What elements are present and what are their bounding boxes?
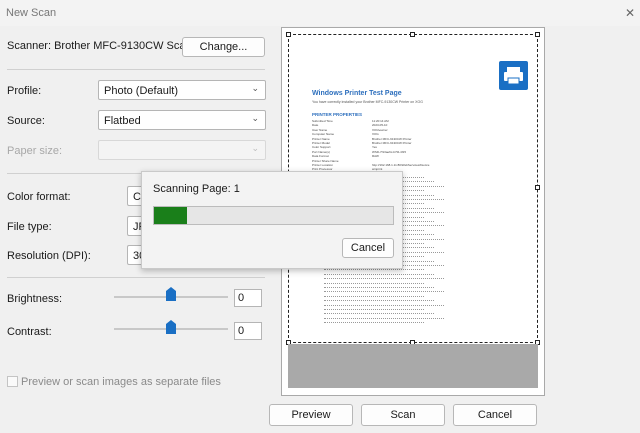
doc-property-key: Port Name(s) [312,149,330,154]
doc-properties-heading: PRINTER PROPERTIES [312,112,363,117]
doc-property-key: Printer Location [312,163,334,167]
brightness-value-input[interactable]: 0 [234,289,262,307]
profile-select[interactable]: Photo (Default) ⌄ [98,80,266,100]
doc-subtitle: You have correctly installed your Brothe… [312,100,423,104]
doc-file-line [324,269,424,272]
doc-property-value: XOG\owner [372,127,388,132]
chevron-down-icon: ⌄ [251,113,259,123]
doc-property-key: Printer Model [312,141,330,145]
crop-handle[interactable] [535,32,540,37]
doc-title: Windows Printer Test Page [312,90,402,97]
progress-cancel-button[interactable]: Cancel [342,238,394,258]
scanning-status-label: Scanning Page: 1 [153,183,240,195]
crop-handle[interactable] [535,185,540,190]
resolution-label: Resolution (DPI): [7,250,91,262]
doc-property-value: XOG [372,132,379,137]
chevron-down-icon: ⌄ [251,143,259,153]
contrast-label: Contrast: [7,326,52,338]
doc-property-value: Brother MFC-9130CW Printer [372,141,412,145]
source-select[interactable]: Flatbed ⌄ [98,110,266,130]
printer-icon [499,61,528,90]
file-type-label: File type: [7,221,52,233]
crop-handle[interactable] [410,32,415,37]
doc-property-value: 2023-05-10 [372,123,388,128]
brightness-slider-thumb[interactable] [166,287,176,301]
doc-property-key: Computer Name [312,132,335,137]
doc-property-key: Color Support [312,145,331,150]
doc-property-key: Printer Name [312,136,330,141]
chevron-down-icon: ⌄ [251,83,259,93]
doc-file-line [324,313,434,316]
doc-property-value: Brother MFC-9130CW Printer [372,136,412,141]
paper-size-label: Paper size: [7,145,63,157]
doc-file-line [324,300,434,303]
window-title: New Scan [6,7,57,19]
contrast-slider-thumb[interactable] [166,320,176,334]
doc-file-line [324,282,424,286]
change-scanner-button[interactable]: Change... [182,37,265,57]
brightness-label: Brightness: [7,293,63,305]
doc-file-line [324,309,424,312]
doc-property-key: User Name [312,127,328,132]
new-scan-window: New Scan ✕ Scanner: Brother MFC-9130CW S… [0,0,640,433]
close-icon[interactable]: ✕ [620,0,640,26]
separator [7,69,265,70]
preview-button[interactable]: Preview [269,404,353,426]
doc-file-line [324,278,444,281]
separator [7,277,265,278]
source-value: Flatbed [104,115,141,127]
doc-property-value: RAW [372,154,379,159]
doc-property-key: Printer Share Name [312,158,339,163]
paper-size-select: ⌄ [98,140,266,160]
doc-file-line [324,291,444,294]
scanner-label: Scanner: Brother MFC-9130CW Scanner [7,40,208,52]
doc-property-value: http://192.168.1.11:80/WebServices/Devic… [372,163,430,167]
scan-progress-bar [153,206,394,225]
contrast-value-input[interactable]: 0 [234,322,262,340]
profile-value: Photo (Default) [104,85,178,97]
title-bar: New Scan ✕ [0,0,640,26]
doc-file-line [324,295,424,299]
scan-progress-fill [154,207,188,224]
cancel-button[interactable]: Cancel [453,404,537,426]
separate-files-label: Preview or scan images as separate files [21,376,221,388]
doc-file-line [324,322,424,325]
doc-file-line [324,287,434,290]
separate-files-checkbox[interactable] [7,376,18,387]
doc-property-key: Date [312,123,319,128]
doc-file-line [324,317,444,321]
crop-handle[interactable] [286,32,291,37]
scanning-progress-dialog: Scanning Page: 1 Cancel [141,171,403,269]
doc-property-key: Submitted Time [312,119,333,123]
scan-button[interactable]: Scan [361,404,445,426]
unscanned-region [288,344,538,388]
doc-property-value: WSD-7f13ae6c-b7fd-4f15 [372,149,407,154]
doc-property-key: Data Format [312,154,329,159]
doc-property-value: 11:20:14 AM [372,119,389,123]
doc-file-line [324,304,444,308]
doc-file-line [324,273,434,277]
profile-label: Profile: [7,85,42,97]
source-label: Source: [7,115,45,127]
color-format-label: Color format: [7,191,71,203]
doc-property-value: Yes [372,145,377,150]
